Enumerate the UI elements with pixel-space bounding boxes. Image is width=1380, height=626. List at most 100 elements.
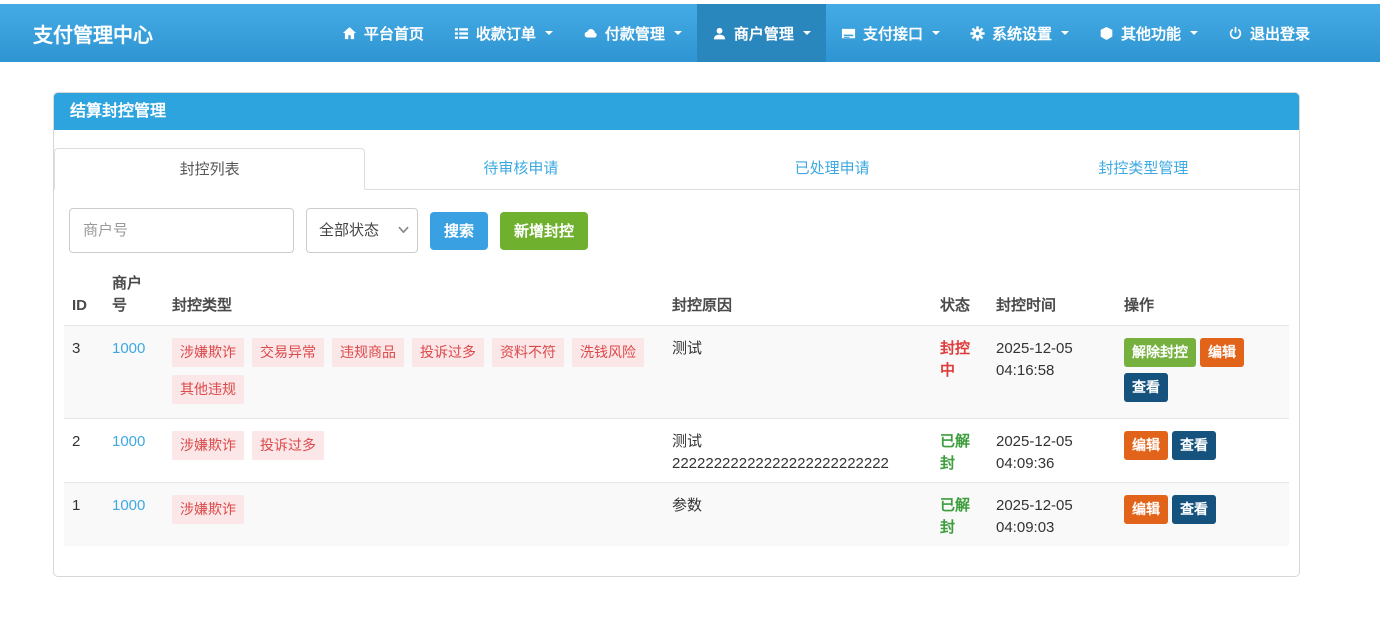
header-merchant: 商户号 xyxy=(104,265,164,325)
caret-down-icon xyxy=(1190,31,1198,35)
block-reason: 参数 xyxy=(664,482,932,546)
table-row: 11000涉嫌欺诈参数已解封2025-12-05 04:09:03编辑查看 xyxy=(64,482,1289,546)
nav-item-logout[interactable]: 退出登录 xyxy=(1213,4,1325,62)
block-types-cell: 涉嫌欺诈投诉过多 xyxy=(164,418,664,482)
merchant-cell: 1000 xyxy=(104,418,164,482)
block-type-tag: 洗钱风险 xyxy=(572,338,644,367)
nav-item-api[interactable]: 支付接口 xyxy=(826,4,955,62)
actions-cell: 解除封控编辑查看 xyxy=(1116,325,1289,418)
block-type-tag: 违规商品 xyxy=(332,338,404,367)
add-block-button[interactable]: 新增封控 xyxy=(500,212,588,250)
block-type-tag: 其他违规 xyxy=(172,375,244,404)
nav-item-orders[interactable]: 收款订单 xyxy=(439,4,568,62)
edit-button[interactable]: 编辑 xyxy=(1200,338,1244,367)
table-row: 21000涉嫌欺诈投诉过多测试 222222222222222222222222… xyxy=(64,418,1289,482)
search-button[interactable]: 搜索 xyxy=(430,212,488,250)
actions-cell: 编辑查看 xyxy=(1116,482,1289,546)
caret-down-icon xyxy=(674,31,682,35)
merchant-cell: 1000 xyxy=(104,482,164,546)
header-status: 状态 xyxy=(932,265,988,325)
block-reason: 测试 22222222222222222222222222 xyxy=(664,418,932,482)
nav-item-label: 收款订单 xyxy=(476,23,536,44)
panel-body: 封控列表 待审核申请 已处理申请 封控类型管理 全部状态 搜索 新增封控 ID xyxy=(54,130,1299,576)
app-title[interactable]: 支付管理中心 xyxy=(0,4,153,62)
settlement-block-panel: 结算封控管理 封控列表 待审核申请 已处理申请 封控类型管理 全部状态 搜索 新… xyxy=(53,92,1300,577)
status-badge: 封控中 xyxy=(940,340,970,380)
block-types-cell: 涉嫌欺诈 xyxy=(164,482,664,546)
header-block-reason: 封控原因 xyxy=(664,265,932,325)
caret-down-icon xyxy=(803,31,811,35)
block-type-tag: 涉嫌欺诈 xyxy=(172,338,244,367)
block-type-tag: 资料不符 xyxy=(492,338,564,367)
view-button[interactable]: 查看 xyxy=(1124,373,1168,402)
merchant-cell: 1000 xyxy=(104,325,164,418)
block-reason: 测试 xyxy=(664,325,932,418)
table-header: ID 商户号 封控类型 封控原因 状态 封控时间 操作 xyxy=(64,265,1289,325)
merchant-link[interactable]: 1000 xyxy=(112,433,145,450)
caret-down-icon xyxy=(545,31,553,35)
status-cell: 已解封 xyxy=(932,418,988,482)
row-id: 2 xyxy=(64,418,104,482)
user-icon xyxy=(712,26,727,41)
edit-button[interactable]: 编辑 xyxy=(1124,495,1168,524)
power-icon xyxy=(1228,26,1243,41)
header-block-type: 封控类型 xyxy=(164,265,664,325)
nav-menu: 平台首页 收款订单 付款管理 商户管理 支付接口 系统设置 xyxy=(327,4,1380,62)
row-id: 1 xyxy=(64,482,104,546)
block-time: 2025-12-05 04:09:36 xyxy=(988,418,1116,482)
nav-item-other[interactable]: 其他功能 xyxy=(1084,4,1213,62)
nav-item-settings[interactable]: 系统设置 xyxy=(955,4,1084,62)
block-records-table: ID 商户号 封控类型 封控原因 状态 封控时间 操作 31000涉嫌欺诈交易异… xyxy=(64,265,1289,546)
block-type-tag: 交易异常 xyxy=(252,338,324,367)
view-button[interactable]: 查看 xyxy=(1172,431,1216,460)
status-select[interactable]: 全部状态 xyxy=(307,209,417,252)
tab-bar: 封控列表 待审核申请 已处理申请 封控类型管理 xyxy=(54,148,1299,190)
tab-pending-applications[interactable]: 待审核申请 xyxy=(365,148,676,190)
header-actions: 操作 xyxy=(1116,265,1289,325)
list-icon xyxy=(454,26,469,41)
header-id: ID xyxy=(64,265,104,325)
block-type-tag: 涉嫌欺诈 xyxy=(172,431,244,460)
merchant-link[interactable]: 1000 xyxy=(112,340,145,357)
merchant-link[interactable]: 1000 xyxy=(112,497,145,514)
nav-item-label: 平台首页 xyxy=(364,23,424,44)
nav-item-label: 支付接口 xyxy=(863,23,923,44)
tab-block-type-management[interactable]: 封控类型管理 xyxy=(988,148,1299,190)
tab-block-list[interactable]: 封控列表 xyxy=(54,148,365,190)
header-block-time: 封控时间 xyxy=(988,265,1116,325)
status-cell: 已解封 xyxy=(932,482,988,546)
home-icon xyxy=(342,26,357,41)
caret-down-icon xyxy=(932,31,940,35)
nav-item-home[interactable]: 平台首页 xyxy=(327,4,439,62)
status-badge: 已解封 xyxy=(940,433,970,473)
search-toolbar: 全部状态 搜索 新增封控 xyxy=(69,208,1284,253)
table-row: 3 1000 涉嫌欺诈交易异常违规商品投诉过多资料不符洗钱风险其他违规 测试封控中 20… xyxy=(64,325,1289,418)
nav-item-label: 商户管理 xyxy=(734,23,794,44)
merchant-id-input[interactable] xyxy=(69,208,294,253)
nav-item-label: 退出登录 xyxy=(1250,23,1310,44)
nav-item-merchants[interactable]: 商户管理 xyxy=(697,4,826,62)
block-type-tag: 投诉过多 xyxy=(412,338,484,367)
view-button[interactable]: 查看 xyxy=(1172,495,1216,524)
table-body: 31000涉嫌欺诈交易异常违规商品投诉过多资料不符洗钱风险其他违规测试封控中20… xyxy=(64,325,1289,546)
tab-processed-applications[interactable]: 已处理申请 xyxy=(677,148,988,190)
cloud-icon xyxy=(583,26,598,41)
row-id: 3 xyxy=(64,325,104,418)
nav-item-label: 其他功能 xyxy=(1121,23,1181,44)
status-badge: 已解封 xyxy=(940,497,970,537)
edit-button[interactable]: 编辑 xyxy=(1124,431,1168,460)
status-select-wrap: 全部状态 xyxy=(306,208,418,253)
block-type-tag: 涉嫌欺诈 xyxy=(172,495,244,524)
nav-item-label: 系统设置 xyxy=(992,23,1052,44)
caret-down-icon xyxy=(1061,31,1069,35)
top-navbar: 支付管理中心 平台首页 收款订单 付款管理 商户管理 支付接口 系统设置 xyxy=(0,4,1380,62)
status-cell: 封控中 xyxy=(932,325,988,418)
block-time: 2025-12-05 04:16:58 xyxy=(988,325,1116,418)
block-type-tag: 投诉过多 xyxy=(252,431,324,460)
nav-item-payments[interactable]: 付款管理 xyxy=(568,4,697,62)
cube-icon xyxy=(1099,26,1114,41)
block-time: 2025-12-05 04:09:03 xyxy=(988,482,1116,546)
unblock-button[interactable]: 解除封控 xyxy=(1124,338,1196,367)
actions-cell: 编辑查看 xyxy=(1116,418,1289,482)
gear-icon xyxy=(970,26,985,41)
